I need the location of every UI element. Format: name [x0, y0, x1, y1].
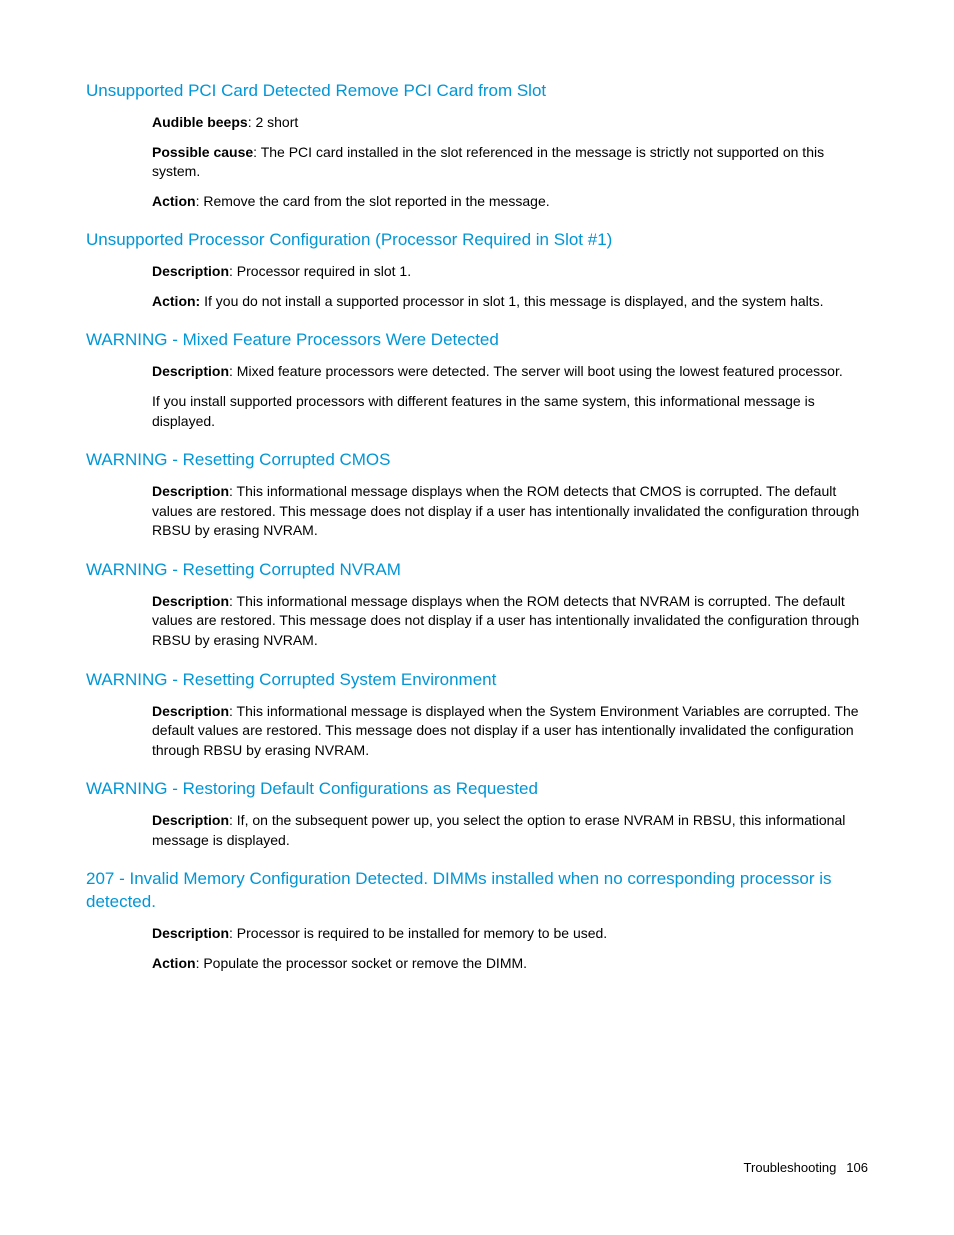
field-text: : Mixed feature processors were detected… [229, 363, 843, 379]
section-heading: Unsupported Processor Configuration (Pro… [86, 229, 868, 252]
field-label: Action [152, 955, 196, 971]
field-label: Description [152, 593, 229, 609]
field-label: Description [152, 925, 229, 941]
section-body: Description: This informational message … [152, 482, 868, 541]
paragraph: Action: Remove the card from the slot re… [152, 192, 868, 212]
section-heading: WARNING - Mixed Feature Processors Were … [86, 329, 868, 352]
section-heading: WARNING - Resetting Corrupted CMOS [86, 449, 868, 472]
paragraph: Audible beeps: 2 short [152, 113, 868, 133]
field-label: Action [152, 193, 196, 209]
field-label: Description [152, 483, 229, 499]
page-footer: Troubleshooting 106 [744, 1160, 868, 1175]
paragraph: Description: If, on the subsequent power… [152, 811, 868, 850]
field-text: : Processor required in slot 1. [229, 263, 411, 279]
paragraph: Description: This informational message … [152, 702, 868, 761]
field-label: Audible beeps [152, 114, 248, 130]
section-body: Description: If, on the subsequent power… [152, 811, 868, 850]
paragraph: Description: This informational message … [152, 592, 868, 651]
section-heading: Unsupported PCI Card Detected Remove PCI… [86, 80, 868, 103]
field-text: : The PCI card installed in the slot ref… [152, 144, 824, 180]
field-text: : This informational message displays wh… [152, 483, 859, 538]
field-label: Description [152, 363, 229, 379]
field-label: Description [152, 263, 229, 279]
paragraph: Description: This informational message … [152, 482, 868, 541]
footer-section-label: Troubleshooting [744, 1160, 837, 1175]
paragraph: Description: Processor required in slot … [152, 262, 868, 282]
section-heading: WARNING - Resetting Corrupted System Env… [86, 669, 868, 692]
section-body: Audible beeps: 2 short Possible cause: T… [152, 113, 868, 211]
paragraph: Action: Populate the processor socket or… [152, 954, 868, 974]
paragraph: If you install supported processors with… [152, 392, 868, 431]
paragraph: Description: Processor is required to be… [152, 924, 868, 944]
section-body: Description: This informational message … [152, 592, 868, 651]
document-page: Unsupported PCI Card Detected Remove PCI… [0, 0, 954, 1235]
field-text: : 2 short [248, 114, 299, 130]
field-text: : This informational message displays wh… [152, 593, 859, 648]
field-text: : If, on the subsequent power up, you se… [152, 812, 845, 848]
section-body: Description: Mixed feature processors we… [152, 362, 868, 431]
section-body: Description: Processor required in slot … [152, 262, 868, 311]
paragraph: Description: Mixed feature processors we… [152, 362, 868, 382]
section-heading: 207 - Invalid Memory Configuration Detec… [86, 868, 868, 914]
section-heading: WARNING - Restoring Default Configuratio… [86, 778, 868, 801]
field-text: : Processor is required to be installed … [229, 925, 607, 941]
field-label: Description [152, 703, 229, 719]
paragraph: Action: If you do not install a supporte… [152, 292, 868, 312]
footer-page-number: 106 [846, 1160, 868, 1175]
field-text: : Populate the processor socket or remov… [196, 955, 527, 971]
field-text: If you do not install a supported proces… [200, 293, 823, 309]
section-body: Description: Processor is required to be… [152, 924, 868, 973]
field-label: Action: [152, 293, 200, 309]
paragraph: Possible cause: The PCI card installed i… [152, 143, 868, 182]
section-heading: WARNING - Resetting Corrupted NVRAM [86, 559, 868, 582]
section-body: Description: This informational message … [152, 702, 868, 761]
field-text: : Remove the card from the slot reported… [196, 193, 550, 209]
field-text: If you install supported processors with… [152, 393, 815, 429]
field-label: Possible cause [152, 144, 253, 160]
field-text: : This informational message is displaye… [152, 703, 859, 758]
field-label: Description [152, 812, 229, 828]
